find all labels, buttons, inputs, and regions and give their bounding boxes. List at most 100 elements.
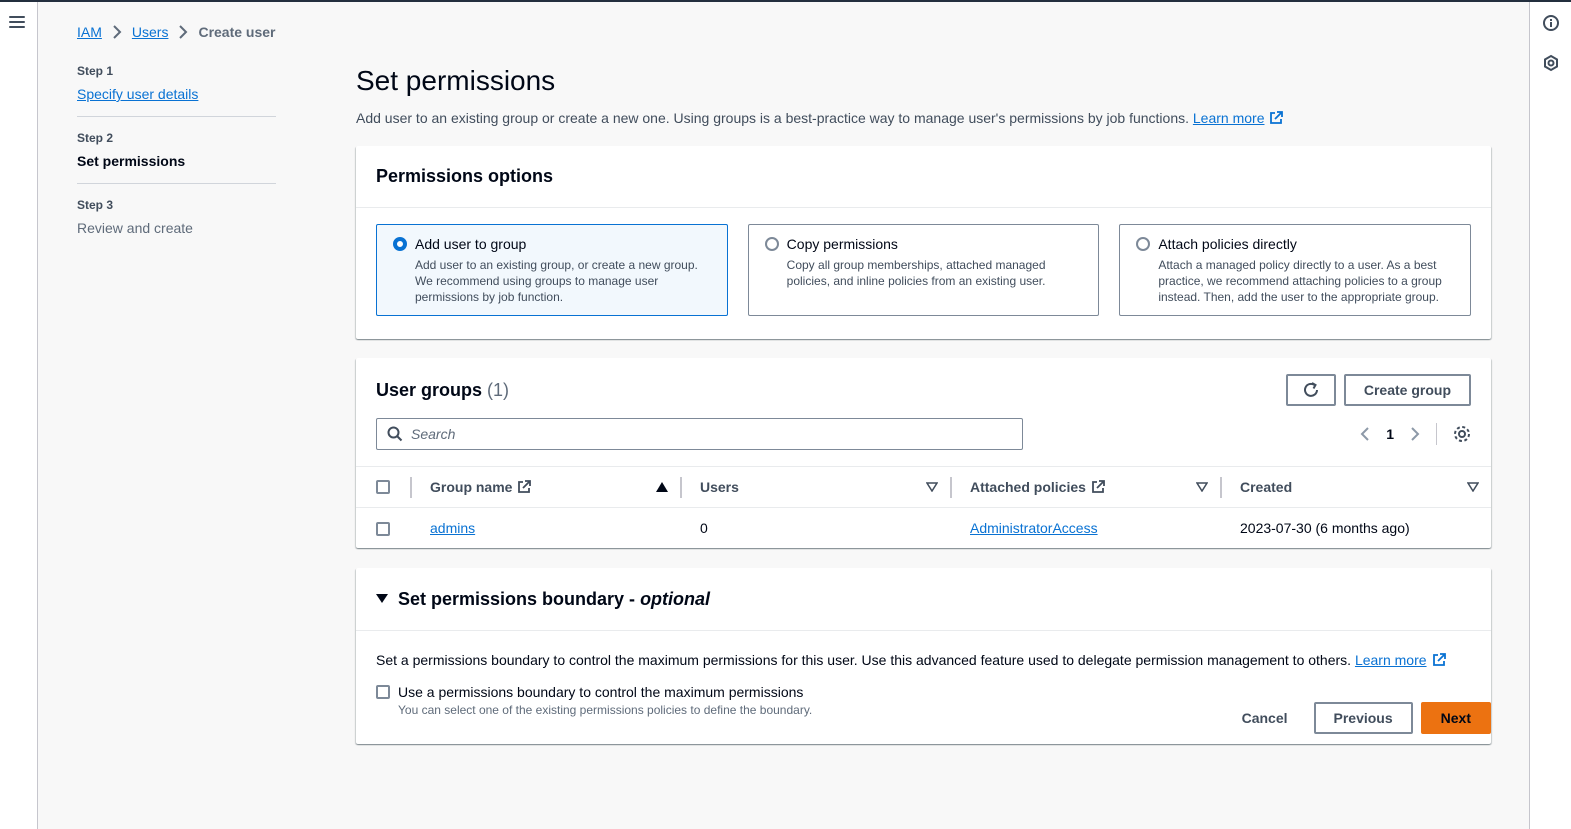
external-link-icon — [1432, 653, 1446, 666]
hamburger-menu-icon[interactable] — [9, 16, 25, 30]
info-icon[interactable] — [1542, 14, 1560, 32]
col-attached-policies[interactable]: Attached policies — [950, 467, 1220, 508]
page-number[interactable]: 1 — [1386, 426, 1394, 442]
col-group-name[interactable]: Group name — [410, 467, 680, 508]
boundary-description: Set a permissions boundary to control th… — [376, 650, 1471, 670]
step-1: Step 1 Specify user details — [77, 64, 276, 117]
top-border — [0, 0, 1571, 2]
learn-more-label: Learn more — [1192, 110, 1265, 126]
search-field[interactable] — [376, 418, 1023, 450]
search-input[interactable] — [411, 426, 991, 442]
user-groups-panel: User groups (1) Create group 1 — [356, 358, 1491, 548]
tile-description: Copy all group memberships, attached man… — [786, 258, 1046, 288]
breadcrumb: IAM Users Create user — [77, 24, 276, 40]
radio-unselected-icon[interactable] — [764, 237, 779, 251]
breadcrumb-users[interactable]: Users — [132, 24, 169, 40]
breadcrumb-iam[interactable]: IAM — [77, 24, 102, 40]
boundary-checkbox-label[interactable]: Use a permissions boundary to control th… — [398, 682, 812, 702]
permissions-boundary-title: Set permissions boundary - optional — [398, 589, 710, 610]
policy-link[interactable]: AdministratorAccess — [970, 520, 1098, 536]
col-users-label: Users — [700, 479, 739, 495]
caret-down-icon — [376, 594, 388, 603]
chevron-left-icon[interactable] — [1360, 426, 1370, 442]
permissions-boundary-toggle[interactable]: Set permissions boundary - optional — [356, 568, 1491, 631]
step-title-review-and-create: Review and create — [77, 220, 193, 236]
external-link-icon — [1270, 111, 1284, 124]
pagination: 1 — [1360, 423, 1471, 445]
column-separator — [410, 477, 412, 498]
refresh-icon — [1303, 382, 1318, 397]
user-groups-title-text: User groups — [376, 379, 483, 400]
tile-title: Copy permissions — [786, 236, 898, 252]
cancel-button[interactable]: Cancel — [1224, 702, 1306, 734]
table-header-row: Group name Users Attached policies Creat… — [356, 466, 1491, 508]
user-groups-title: User groups (1) — [376, 380, 509, 401]
permissions-options-panel: Permissions options Add user to group Ad… — [356, 146, 1491, 339]
tile-description: Attach a managed policy directly to a us… — [1158, 258, 1442, 304]
boundary-learn-more-label: Learn more — [1354, 652, 1427, 668]
col-created-label: Created — [1240, 479, 1293, 495]
select-all-checkbox[interactable] — [376, 480, 390, 494]
chevron-right-icon — [178, 25, 188, 39]
permissions-options-title: Permissions options — [356, 146, 1491, 208]
chevron-right-icon — [112, 25, 122, 39]
search-icon — [387, 426, 403, 442]
tile-title: Attach policies directly — [1158, 236, 1297, 252]
step-title-set-permissions: Set permissions — [77, 153, 186, 169]
tile-description: Add user to an existing group, or create… — [415, 258, 698, 304]
boundary-learn-more-link[interactable]: Learn more — [1355, 652, 1446, 668]
chevron-right-icon[interactable] — [1410, 426, 1420, 442]
step-number: Step 1 — [77, 64, 114, 78]
col-created[interactable]: Created — [1220, 467, 1491, 508]
left-navigation-rail — [0, 2, 38, 829]
boundary-description-text: Set a permissions boundary to control th… — [376, 652, 1352, 668]
sort-icon[interactable] — [1196, 482, 1208, 492]
row-checkbox[interactable] — [376, 522, 390, 537]
step-2: Step 2 Set permissions — [77, 131, 276, 184]
boundary-checkbox[interactable] — [376, 685, 390, 699]
previous-button[interactable]: Previous — [1313, 702, 1413, 734]
col-attached-policies-label: Attached policies — [970, 479, 1086, 495]
page-description: Add user to an existing group or create … — [356, 108, 1491, 128]
wizard-footer: Cancel Previous Next — [356, 702, 1491, 734]
refresh-button[interactable] — [1285, 374, 1336, 406]
cell-users: 0 — [700, 520, 708, 537]
sort-ascending-icon[interactable] — [656, 482, 668, 492]
boundary-title-optional: optional — [640, 588, 711, 609]
main-content: Set permissions Add user to an existing … — [356, 62, 1491, 744]
pager-divider — [1436, 423, 1437, 445]
cell-created: 2023-07-30 (6 months ago) — [1240, 520, 1410, 537]
learn-more-link[interactable]: Learn more — [1193, 110, 1284, 126]
radio-selected-icon[interactable] — [393, 237, 407, 251]
wizard-steps: Step 1 Specify user details Step 2 Set p… — [77, 64, 276, 264]
sort-icon[interactable] — [926, 482, 938, 492]
user-groups-actions: Create group — [1285, 374, 1471, 406]
col-users[interactable]: Users — [680, 467, 950, 508]
step-link-specify-user-details[interactable]: Specify user details — [77, 86, 198, 102]
create-group-button[interactable]: Create group — [1343, 374, 1471, 406]
tile-attach-policies-directly[interactable]: Attach policies directly Attach a manage… — [1119, 224, 1472, 316]
column-separator — [1220, 477, 1222, 498]
user-groups-count: (1) — [487, 379, 510, 400]
tile-add-user-to-group[interactable]: Add user to group Add user to an existin… — [376, 224, 728, 316]
column-separator — [950, 477, 952, 498]
tile-copy-permissions[interactable]: Copy permissions Copy all group membersh… — [747, 224, 1100, 316]
settings-hex-icon[interactable] — [1542, 54, 1560, 72]
table-row: admins 0 AdministratorAccess 2023-07-30 … — [356, 508, 1491, 549]
col-group-name-label: Group name — [430, 479, 513, 495]
sort-icon[interactable] — [1467, 482, 1479, 492]
step-number: Step 2 — [77, 131, 114, 145]
breadcrumb-current: Create user — [198, 24, 276, 40]
external-link-icon — [518, 480, 532, 493]
search-row: 1 — [356, 406, 1491, 450]
right-tools-rail — [1529, 2, 1571, 829]
permissions-tiles: Add user to group Add user to an existin… — [356, 208, 1491, 332]
radio-unselected-icon[interactable] — [1136, 237, 1151, 251]
step-3: Step 3 Review and create — [77, 198, 276, 250]
cell-group-name: admins — [410, 508, 680, 549]
tile-title: Add user to group — [415, 236, 527, 252]
next-button[interactable]: Next — [1420, 702, 1491, 734]
group-name-link[interactable]: admins — [430, 520, 475, 536]
col-group-name-label-wrap: Group name — [430, 479, 532, 495]
gear-icon[interactable] — [1453, 425, 1471, 443]
